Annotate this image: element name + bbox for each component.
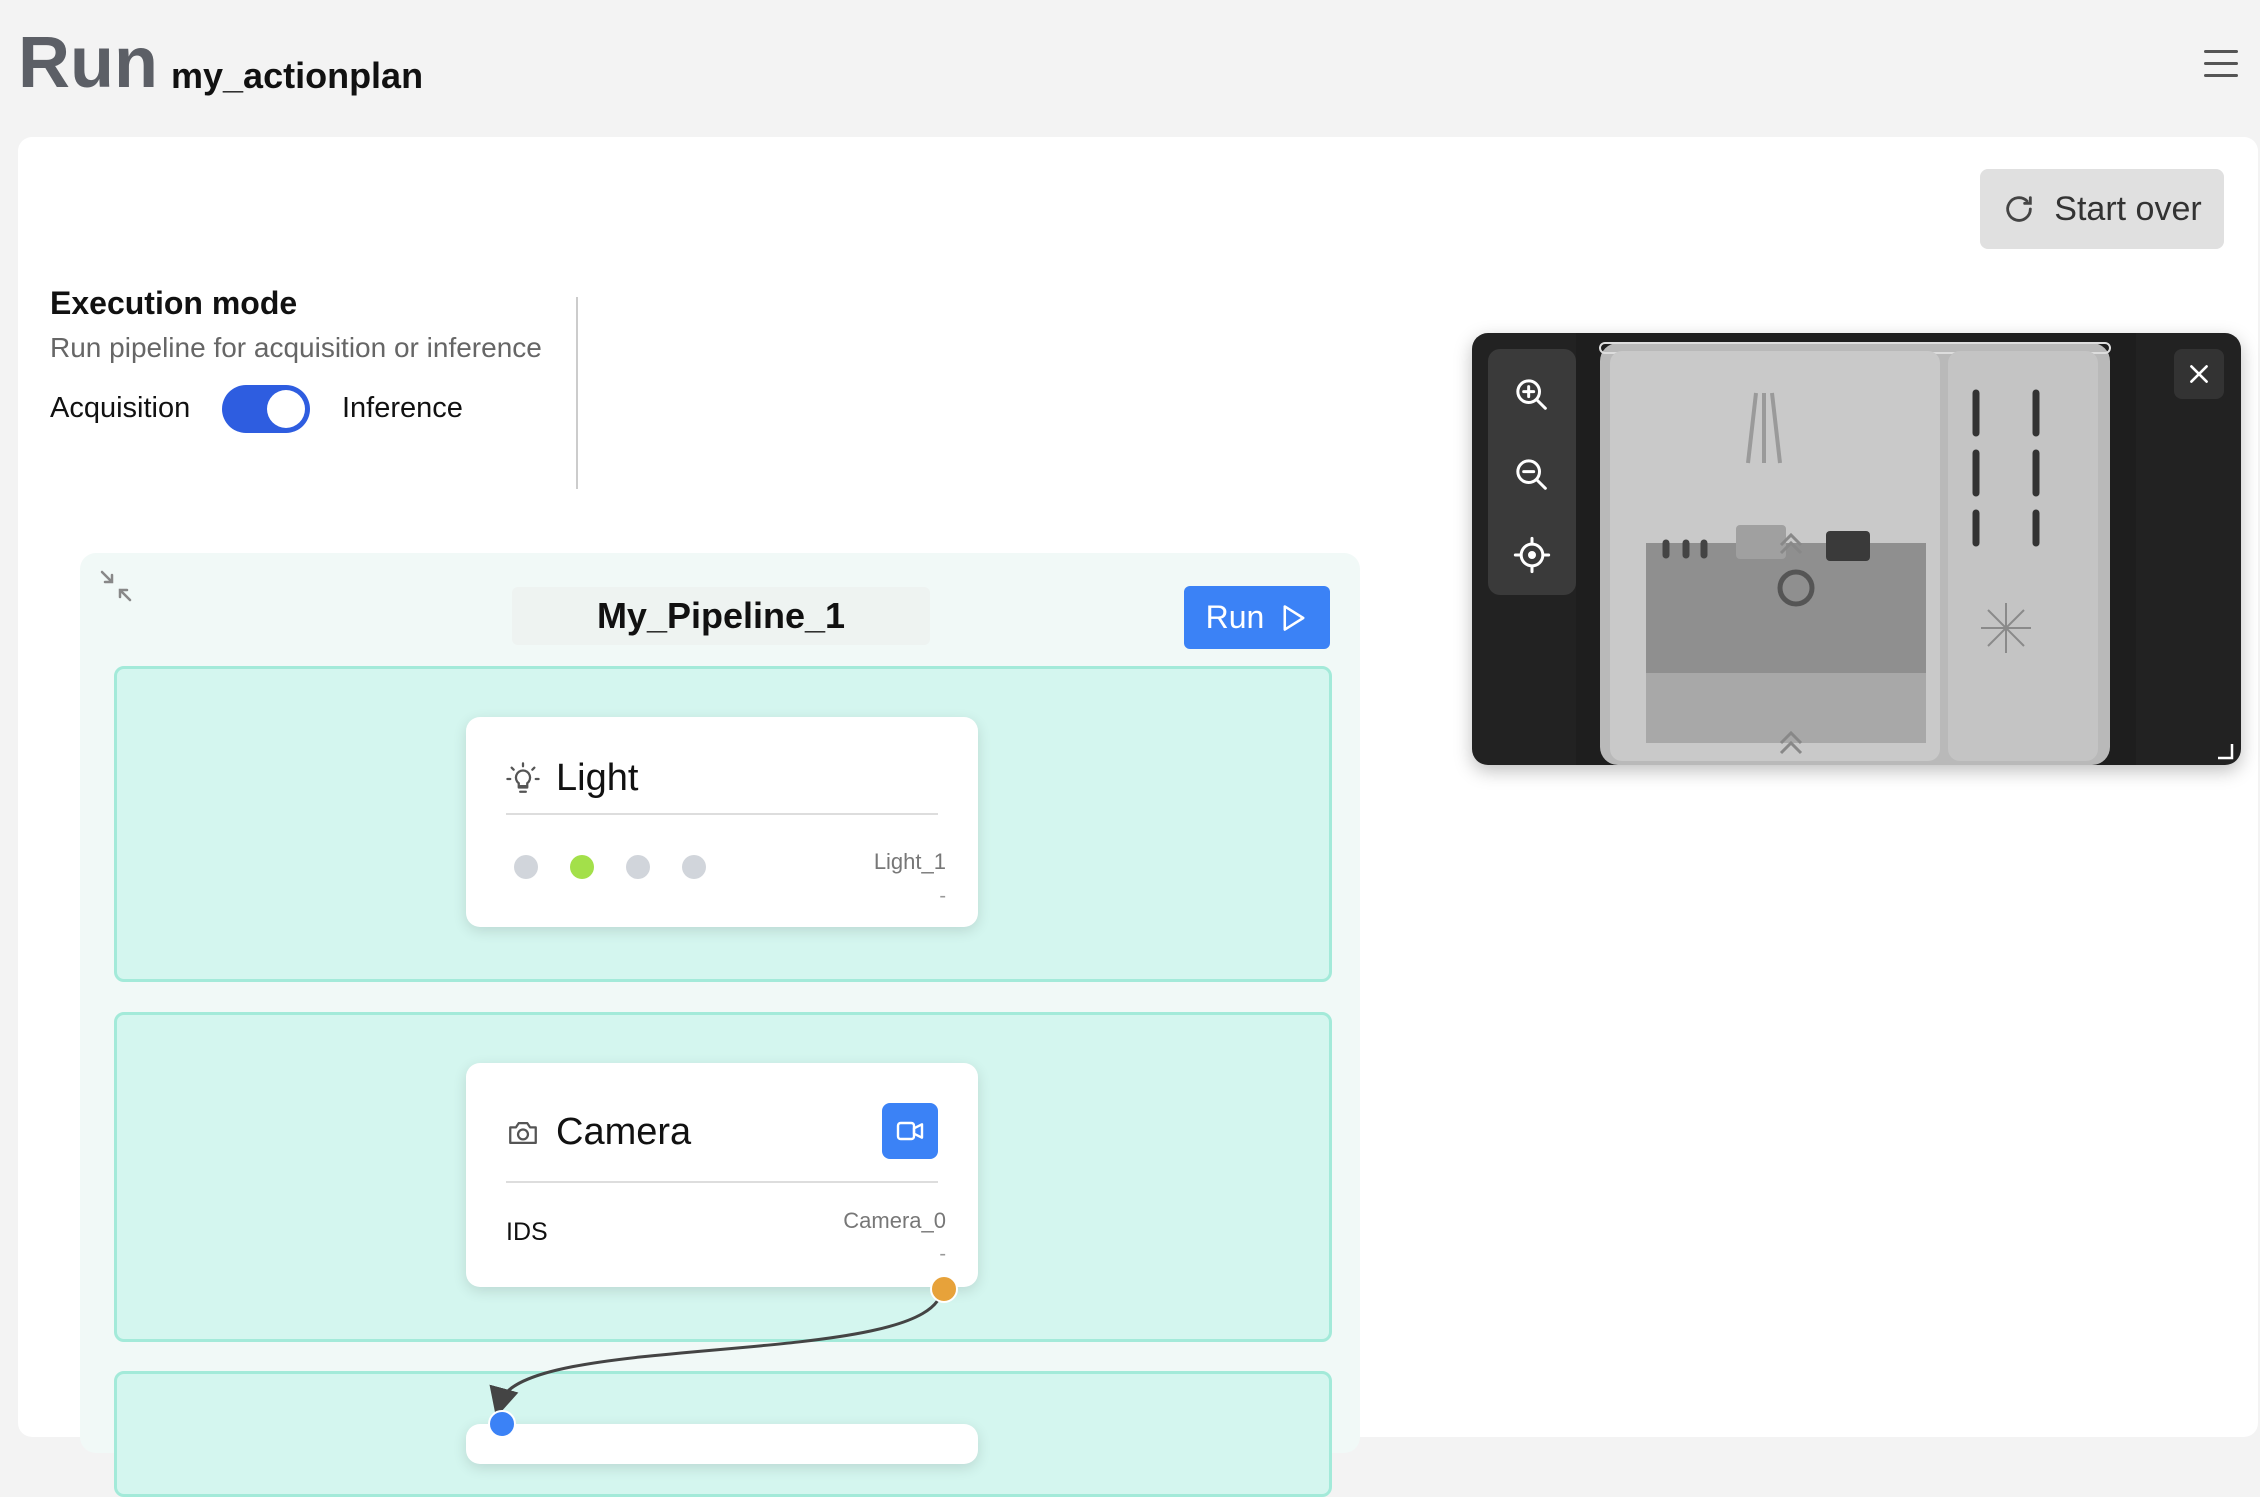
light-node-status: -: [939, 885, 946, 907]
light-indicator-2: [570, 855, 594, 879]
light-indicator-1: [514, 855, 538, 879]
next-node-input-handle[interactable]: [488, 1410, 516, 1438]
camera-node[interactable]: Camera IDS Camera_0 -: [466, 1063, 978, 1287]
camera-model: IDS: [506, 1218, 548, 1246]
light-node-title: Light: [556, 757, 639, 799]
camera-node-id: Camera_0: [843, 1208, 946, 1233]
run-label: Run: [1205, 599, 1265, 635]
zoom-in-icon[interactable]: [1508, 371, 1556, 419]
camera-node-title: Camera: [556, 1111, 692, 1153]
camera-preview-button[interactable]: [882, 1103, 938, 1159]
light-indicator-3: [626, 855, 650, 879]
page-subtitle: my_actionplan: [171, 55, 424, 96]
start-over-label: Start over: [2054, 189, 2202, 228]
camera-image: [1576, 333, 2136, 765]
resize-handle-icon[interactable]: [2214, 740, 2234, 760]
camera-node-status: -: [939, 1243, 946, 1265]
camera-icon: [509, 1121, 537, 1144]
page-title: Run: [18, 23, 158, 103]
collapse-icon[interactable]: [96, 566, 136, 606]
lightbulb-icon: [506, 761, 540, 793]
pipeline-name[interactable]: My_Pipeline_1: [512, 587, 930, 645]
zoom-out-icon[interactable]: [1508, 451, 1556, 499]
execution-mode-description: Run pipeline for acquisition or inferenc…: [50, 332, 542, 363]
next-node[interactable]: [466, 1424, 978, 1464]
light-node[interactable]: Light Light_1 -: [466, 717, 978, 927]
video-icon: [896, 1121, 924, 1141]
camera-output-handle[interactable]: [930, 1275, 958, 1303]
refresh-icon: [2006, 196, 2033, 222]
hamburger-icon[interactable]: [2204, 50, 2238, 78]
node-divider: [506, 1181, 938, 1183]
inference-label: Inference: [342, 392, 463, 424]
acquisition-label: Acquisition: [50, 392, 191, 424]
play-icon: [1283, 604, 1305, 631]
light-indicator-4: [682, 855, 706, 879]
toggle-knob: [267, 390, 305, 428]
execution-mode-title: Execution mode: [50, 285, 298, 321]
light-node-id: Light_1: [873, 849, 946, 874]
divider: [576, 297, 578, 489]
close-icon[interactable]: [2174, 349, 2224, 399]
node-divider: [506, 813, 938, 815]
crosshair-icon[interactable]: [1508, 531, 1556, 579]
run-pipeline-button[interactable]: Run: [1184, 586, 1330, 649]
viewer-toolbar: [1488, 349, 1576, 595]
execution-mode-toggle[interactable]: [222, 385, 310, 433]
start-over-button[interactable]: Start over: [1980, 169, 2224, 249]
